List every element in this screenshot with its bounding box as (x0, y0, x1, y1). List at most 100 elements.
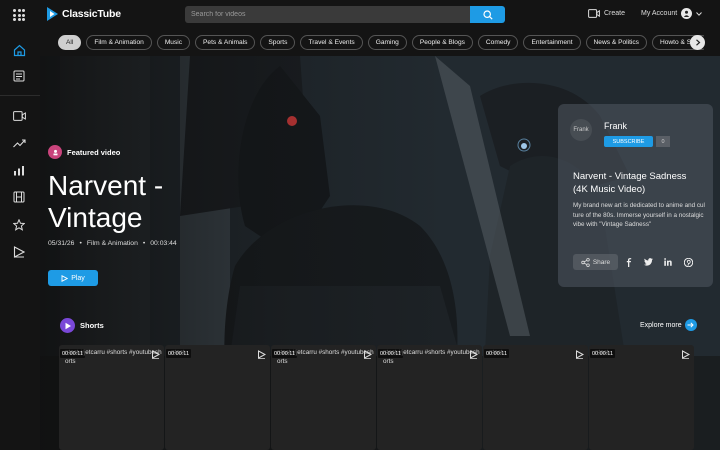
short-duration: 00:00:11 (60, 349, 86, 358)
short-play-icon (682, 350, 690, 359)
category-chip[interactable]: All (58, 35, 82, 50)
short-play-icon (364, 350, 372, 359)
sidebar-divider (0, 95, 40, 96)
hero-date: 05/31/26 (48, 240, 75, 247)
sidebar-item-favorites[interactable] (12, 218, 26, 232)
twitter-icon[interactable] (643, 257, 653, 267)
share-label: Share (592, 258, 611, 266)
film-icon (13, 191, 25, 203)
sidebar-item-shorts[interactable] (12, 245, 26, 259)
chips-next-button[interactable] (690, 35, 705, 50)
search-icon (482, 9, 493, 20)
category-chip[interactable]: Pets & Animals (195, 35, 256, 50)
short-duration: 00:00:11 (484, 349, 510, 358)
short-card[interactable]: ntact⁣ #jetcarru #shorts #youtubeshorts 0… (271, 345, 376, 450)
category-chip[interactable]: Comedy (477, 35, 519, 50)
category-chip[interactable]: Gaming (367, 35, 407, 50)
create-label: Create (604, 10, 626, 17)
top-bar: ClassicTube Create My Account (0, 0, 720, 30)
channel-name[interactable]: Frank (604, 121, 627, 131)
shorts-row: ntact⁣ #jetcarru #shorts #youtubeshorts 0… (59, 345, 694, 450)
search-bar (185, 6, 505, 23)
short-play-icon (470, 350, 478, 359)
hero-duration: 00:03:44 (150, 240, 177, 247)
hero-category: Film & Animation (86, 240, 138, 247)
shorts-heading: Shorts (80, 321, 104, 330)
search-button[interactable] (470, 6, 505, 23)
short-duration: 00:00:11 (590, 349, 616, 358)
sidebar (0, 30, 40, 450)
arrow-right-icon (684, 319, 697, 331)
sidebar-item-charts[interactable] (12, 163, 26, 177)
meta-separator: • (79, 240, 82, 247)
facebook-icon[interactable] (624, 257, 634, 267)
hero-title: Narvent - Vintage (48, 170, 164, 233)
share-icon (581, 257, 590, 267)
camera-icon (588, 9, 600, 18)
short-card[interactable]: ntact00:00:11 (483, 345, 588, 450)
star-icon (13, 219, 25, 231)
sidebar-item-home[interactable] (12, 43, 26, 57)
hero-meta: 05/31/26 • Film & Animation • 00:03:44 (48, 240, 177, 247)
video-title[interactable]: Narvent - Vintage Sadness (4K Music Vide… (573, 170, 703, 196)
linkedin-icon[interactable] (663, 257, 673, 267)
short-play-icon (576, 350, 584, 359)
pinterest-icon[interactable] (683, 257, 693, 267)
short-play-icon (152, 350, 160, 359)
subscribe-button[interactable]: SUBSCRIBE (604, 136, 653, 147)
shorts-icon (13, 246, 25, 258)
app-name: ClassicTube (62, 8, 121, 20)
featured-label: Featured video (48, 145, 120, 159)
apps-grid-icon[interactable] (13, 9, 25, 21)
explore-more-link[interactable]: Explore more (640, 319, 697, 331)
video-icon (12, 111, 26, 121)
shorts-logo-icon (60, 318, 75, 333)
user-icon (681, 8, 693, 19)
category-chip[interactable]: Entertainment (523, 35, 581, 50)
chevron-down-icon (696, 11, 703, 16)
category-chip[interactable]: Music (156, 35, 191, 50)
share-button[interactable]: Share (573, 254, 618, 270)
short-duration: 00:00:11 (272, 349, 298, 358)
short-card[interactable]: ntact00:00:11 (165, 345, 270, 450)
category-chip[interactable]: Sports (260, 35, 296, 50)
account-label: My Account (641, 10, 678, 17)
category-chip[interactable]: News & Politics (585, 35, 647, 50)
play-button[interactable]: Play (48, 270, 98, 286)
bar-chart-icon (14, 165, 24, 175)
video-description: My brand new art is dedicated to anime a… (573, 202, 705, 228)
shorts-header: Shorts (60, 318, 104, 333)
featured-text: Featured video (67, 147, 121, 157)
category-chip[interactable]: Travel & Events (300, 35, 363, 50)
category-chips: All Film & Animation Music Pets & Animals Sp… (58, 35, 704, 51)
explore-label: Explore more (640, 321, 682, 329)
meta-separator: • (142, 240, 146, 247)
short-duration: 00:00:11 (378, 349, 404, 358)
sidebar-item-subscriptions[interactable] (12, 69, 26, 83)
channel-avatar[interactable]: Frank (570, 119, 592, 141)
video-info-card: Frank Frank SUBSCRIBE 0 Narvent - Vintag… (558, 104, 713, 287)
create-button[interactable]: Create (588, 9, 625, 18)
chevron-right-icon (695, 39, 700, 46)
short-card[interactable]: ntact00:00:11 (589, 345, 694, 450)
play-label: Play (71, 274, 85, 282)
category-chip[interactable]: Film & Animation (86, 35, 152, 50)
sidebar-item-trending[interactable] (12, 136, 26, 150)
sidebar-item-films[interactable] (12, 190, 26, 204)
short-card[interactable]: ntact⁣ #jetcarru #shorts #youtubeshorts 0… (377, 345, 482, 450)
short-card[interactable]: ntact⁣ #jetcarru #shorts #youtubeshorts 0… (59, 345, 164, 450)
featured-icon (48, 145, 62, 159)
account-menu[interactable]: My Account (641, 8, 703, 19)
app-logo[interactable]: ClassicTube (46, 6, 121, 22)
play-icon (61, 274, 69, 282)
subscriptions-icon (13, 70, 25, 82)
search-input[interactable] (185, 6, 470, 23)
subscriber-count: 0 (656, 136, 670, 147)
short-play-icon (258, 350, 266, 359)
trending-icon (12, 139, 26, 148)
sidebar-item-videos[interactable] (12, 109, 26, 123)
category-chip[interactable]: People & Blogs (411, 35, 473, 50)
short-duration: 00:00:11 (166, 349, 192, 358)
logo-play-icon (47, 7, 58, 21)
home-icon (13, 44, 25, 56)
